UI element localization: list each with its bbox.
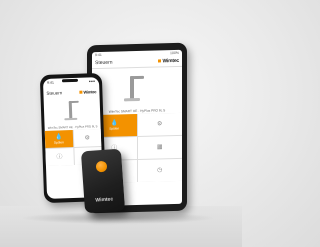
settings-icon: ⚙ — [157, 121, 163, 128]
remote-control-device: Wimtec — [80, 148, 126, 214]
tablet-tile-settings[interactable]: ⚙ — [137, 112, 182, 136]
tablet-status-battery: 100% — [170, 50, 179, 56]
phone-tile-settings[interactable]: ⚙ — [73, 129, 102, 147]
phone-tile-flush[interactable]: 💧 Spülen — [44, 130, 73, 148]
settings-icon: ⚙ — [84, 134, 91, 142]
phone-device-image — [44, 95, 101, 125]
phone-status-time: 9:41 — [46, 80, 54, 85]
remote-orange-button[interactable] — [95, 160, 108, 173]
phone-notch — [61, 78, 79, 83]
clock-icon: ◷ — [157, 167, 163, 174]
remote-brand-label: Wimtec — [95, 196, 114, 204]
tablet-device-image — [92, 67, 182, 109]
floor-shadow — [20, 212, 216, 224]
phone-brand-logo: Wimtec — [79, 89, 96, 95]
tablet-status-time: 9:41 — [95, 52, 102, 58]
info-icon: ⓘ — [56, 153, 63, 161]
phone-tile-flush-label: Spülen — [53, 139, 64, 145]
tablet-tile-stats[interactable]: ▦ — [137, 135, 182, 159]
tablet-brand-logo: Wimtec — [158, 58, 179, 65]
tablet-tile-extra-2[interactable]: ◷ — [137, 158, 182, 182]
tablet-page-title: Steuern — [95, 59, 113, 67]
chart-icon: ▦ — [156, 144, 163, 151]
phone-status-signal: ●●● — [88, 79, 96, 84]
phone-tile-info[interactable]: ⓘ — [45, 148, 74, 166]
tablet-tile-flush-label: Spülen — [109, 126, 120, 131]
phone-page-title: Steuern — [46, 89, 63, 96]
